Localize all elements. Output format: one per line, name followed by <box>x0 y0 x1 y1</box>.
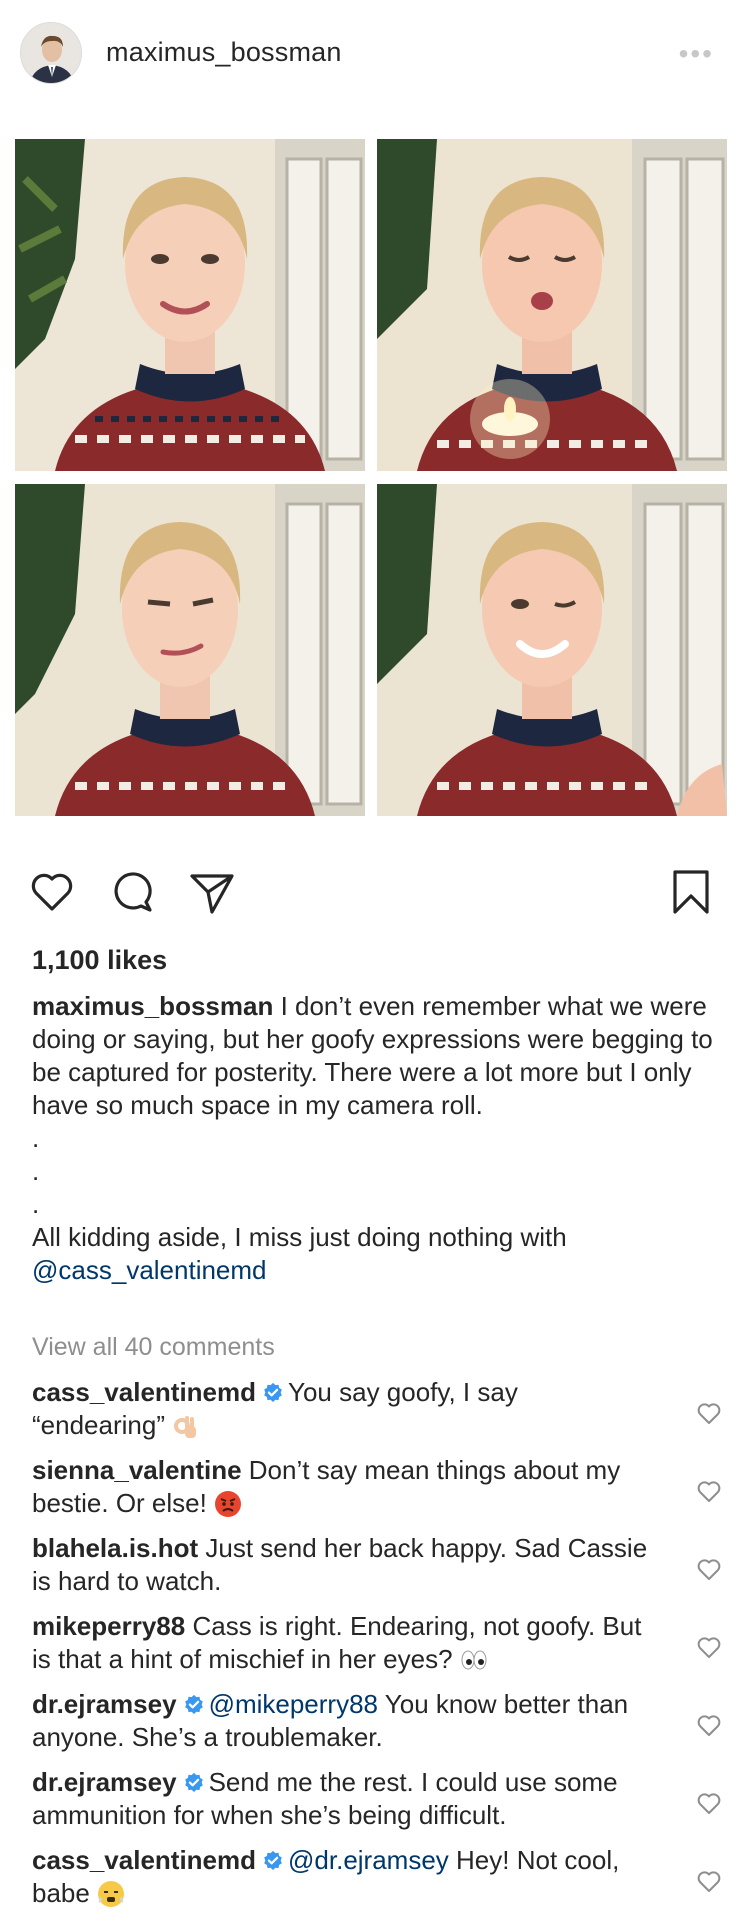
comment-row: mikeperry88 Cass is right. Endearing, no… <box>32 1610 722 1688</box>
verified-icon <box>256 1377 288 1407</box>
comment-body: cass_valentinemd @dr.ejramsey Hey! Not co… <box>32 1844 652 1910</box>
caption-username[interactable]: maximus_bossman <box>32 991 273 1021</box>
collage-photo-3 <box>15 484 365 816</box>
view-all-comments-link[interactable]: View all 40 comments <box>32 1333 275 1362</box>
post-author-username[interactable]: maximus_bossman <box>106 37 342 68</box>
comment-username[interactable]: cass_valentinemd <box>32 1377 256 1407</box>
heart-icon[interactable] <box>28 868 76 921</box>
comment-like-heart-icon[interactable] <box>696 1790 722 1821</box>
post-header: maximus_bossman ••• <box>0 0 740 108</box>
comment-row: cass_valentinemd @dr.ejramsey Hey! Not co… <box>32 1844 722 1920</box>
comments-list: cass_valentinemd You say goofy, I say “en… <box>32 1376 722 1920</box>
collage-photo-2 <box>377 139 727 471</box>
verified-icon <box>177 1689 209 1719</box>
verified-icon <box>256 1845 288 1875</box>
caption-dot: . <box>32 1189 40 1219</box>
comment-username[interactable]: blahela.is.hot <box>32 1533 198 1563</box>
comment-body: dr.ejramsey Send me the rest. I could use… <box>32 1766 652 1832</box>
more-icon[interactable]: ••• <box>679 38 714 70</box>
huffing-face-emoji <box>97 1878 125 1908</box>
comment-body: dr.ejramsey @mikeperry88 You know better … <box>32 1688 652 1754</box>
caption-mention[interactable]: @cass_valentinemd <box>32 1255 267 1285</box>
comment-username[interactable]: dr.ejramsey <box>32 1767 177 1797</box>
comment-like-heart-icon[interactable] <box>696 1556 722 1587</box>
comment-username[interactable]: dr.ejramsey <box>32 1689 177 1719</box>
comment-body: sienna_valentine Don’t say mean things a… <box>32 1454 652 1520</box>
likes-count[interactable]: 1,100 likes <box>32 945 167 976</box>
comment-like-heart-icon[interactable] <box>696 1868 722 1899</box>
comment-row: dr.ejramsey Send me the rest. I could use… <box>32 1766 722 1844</box>
comment-body: blahela.is.hot Just send her back happy.… <box>32 1532 652 1598</box>
post-caption: maximus_bossman I don’t even remember wh… <box>32 990 722 1287</box>
comment-username[interactable]: mikeperry88 <box>32 1611 185 1641</box>
comment-row: sienna_valentine Don’t say mean things a… <box>32 1454 722 1532</box>
comment-username[interactable]: sienna_valentine <box>32 1455 242 1485</box>
comment-like-heart-icon[interactable] <box>696 1400 722 1431</box>
comment-like-heart-icon[interactable] <box>696 1712 722 1743</box>
comment-row: dr.ejramsey @mikeperry88 You know better … <box>32 1688 722 1766</box>
comment-mention[interactable]: @mikeperry88 <box>209 1689 378 1719</box>
comment-mention[interactable]: @dr.ejramsey <box>288 1845 449 1875</box>
caption-dot: . <box>32 1123 40 1153</box>
angry-face-emoji <box>214 1488 242 1518</box>
comment-body: mikeperry88 Cass is right. Endearing, no… <box>32 1610 652 1676</box>
collage-photo-4 <box>377 484 727 816</box>
comment-icon[interactable] <box>108 868 156 921</box>
verified-icon <box>177 1767 209 1797</box>
eyes-emoji <box>460 1644 488 1674</box>
comment-like-heart-icon[interactable] <box>696 1478 722 1509</box>
comment-like-heart-icon[interactable] <box>696 1634 722 1665</box>
share-icon[interactable] <box>188 868 236 921</box>
comment-body: cass_valentinemd You say goofy, I say “en… <box>32 1376 652 1442</box>
caption-closing: All kidding aside, I miss just doing not… <box>32 1222 567 1252</box>
comment-row: blahela.is.hot Just send her back happy.… <box>32 1532 722 1610</box>
comment-username[interactable]: cass_valentinemd <box>32 1845 256 1875</box>
bookmark-icon[interactable] <box>667 868 715 921</box>
avatar[interactable] <box>20 22 82 84</box>
photo-collage[interactable] <box>15 139 727 816</box>
caption-dot: . <box>32 1156 40 1186</box>
comment-row: cass_valentinemd You say goofy, I say “en… <box>32 1376 722 1454</box>
post-action-bar <box>0 868 740 924</box>
collage-photo-1 <box>15 139 365 471</box>
ok-hand-emoji <box>172 1410 200 1440</box>
